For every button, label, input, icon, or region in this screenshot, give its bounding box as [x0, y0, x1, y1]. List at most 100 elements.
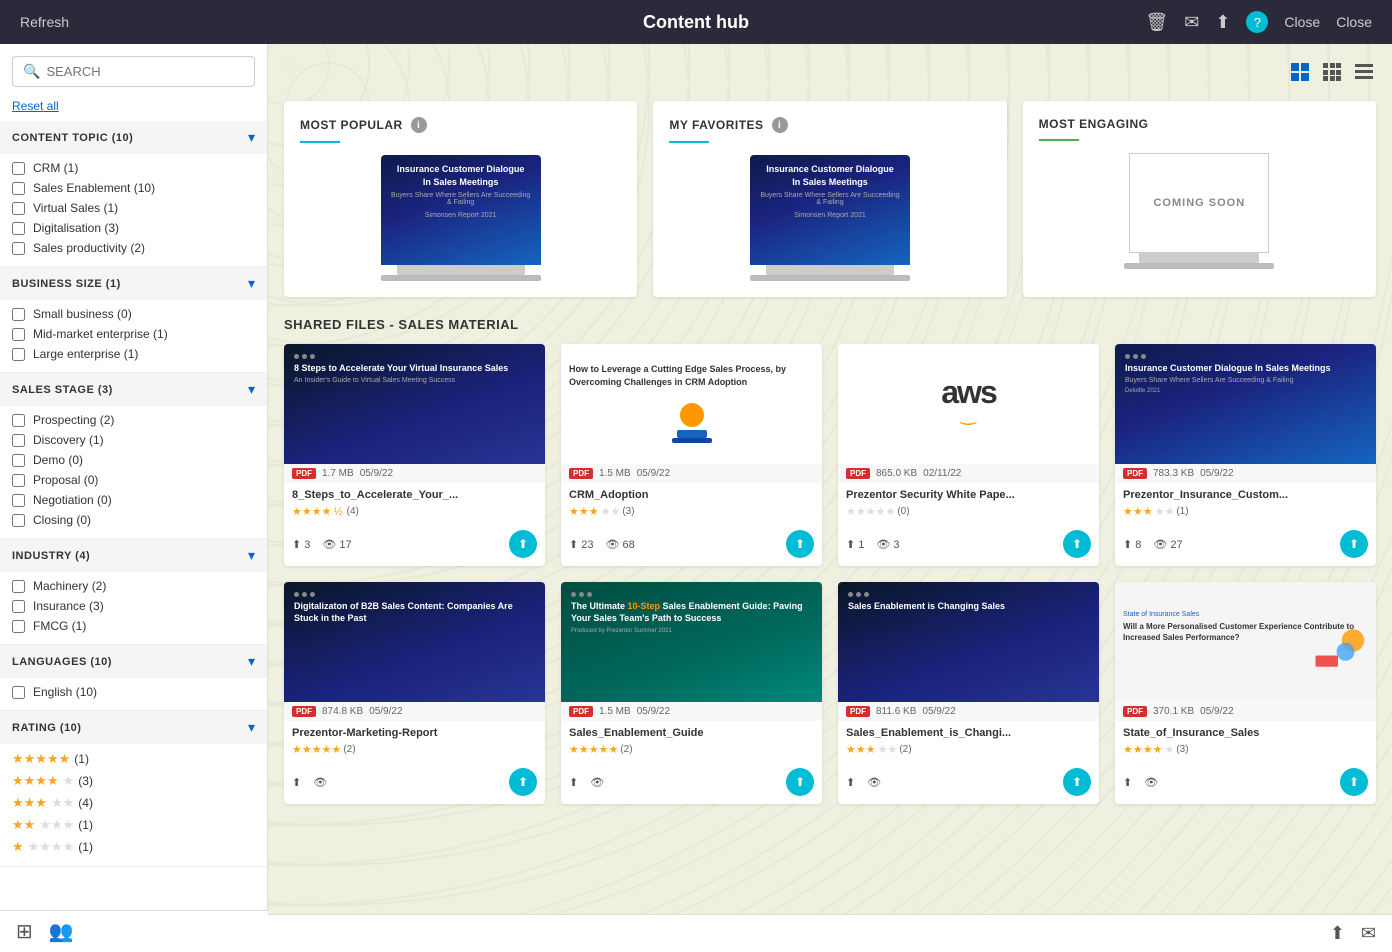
filter-content-topic-title: CONTENT TOPIC (10): [12, 132, 133, 144]
share-button[interactable]: ⬆: [786, 530, 814, 558]
file-actions: ⬆ 1 👁 3 ⬆: [838, 524, 1099, 566]
filter-item[interactable]: Mid-market enterprise (1): [12, 324, 255, 344]
filter-rating-header[interactable]: RATING (10) ▾: [0, 711, 267, 744]
filter-item[interactable]: FMCG (1): [12, 616, 255, 636]
file-meta: PDF 783.3 KB 05/9/22: [1115, 464, 1376, 483]
share-button[interactable]: ⬆: [1063, 768, 1091, 796]
my-favorites-section: MY FAVORITES i Insurance Customer Dialog…: [653, 101, 1006, 297]
file-meta: PDF 811.6 KB 05/9/22: [838, 702, 1099, 721]
refresh-button[interactable]: Refresh: [20, 14, 69, 30]
trash-icon[interactable]: 🗑: [1145, 12, 1168, 33]
rating-filter-3[interactable]: ★★★★★ (4): [12, 792, 255, 814]
most-popular-bar: [300, 141, 340, 143]
search-bar[interactable]: 🔍: [12, 56, 255, 87]
rating-filter-5[interactable]: ★★★★★ (1): [12, 748, 255, 770]
grid-large-view-button[interactable]: [1288, 60, 1312, 89]
share-button[interactable]: ⬆: [509, 530, 537, 558]
filter-item[interactable]: Virtual Sales (1): [12, 198, 255, 218]
file-card-insurance-custom[interactable]: Insurance Customer Dialogue In Sales Mee…: [1115, 344, 1376, 566]
filter-sales-stage-title: SALES STAGE (3): [12, 384, 113, 396]
sidebar-bottom: ⊞ 👥: [0, 910, 268, 952]
filter-item[interactable]: Small business (0): [12, 304, 255, 324]
most-popular-info-icon[interactable]: i: [411, 117, 427, 133]
filter-item[interactable]: Insurance (3): [12, 596, 255, 616]
contacts-icon[interactable]: 👥: [49, 919, 74, 944]
filter-industry-toggle[interactable]: ▾: [248, 547, 255, 564]
close-button[interactable]: Close: [1284, 14, 1320, 30]
topbar-actions: 🗑 ✉ ⬆ ? Close Close: [1145, 11, 1372, 33]
sidebar: 🔍 Reset all CONTENT TOPIC (10) ▾ CRM (1)…: [0, 44, 268, 952]
search-input[interactable]: [46, 64, 244, 79]
filter-item[interactable]: Machinery (2): [12, 576, 255, 596]
filter-content-topic-toggle[interactable]: ▾: [248, 129, 255, 146]
my-favorites-info-icon[interactable]: i: [772, 117, 788, 133]
file-name: 8_Steps_to_Accelerate_Your_...: [292, 489, 537, 501]
file-rating: ★★★★★ (3): [569, 505, 814, 518]
file-name: State_of_Insurance_Sales: [1123, 727, 1368, 739]
send-icon: ⬆: [846, 776, 855, 789]
filter-item[interactable]: Digitalisation (3): [12, 218, 255, 238]
most-popular-preview[interactable]: Insurance Customer DialogueIn Sales Meet…: [300, 155, 621, 281]
filter-item[interactable]: Proposal (0): [12, 470, 255, 490]
file-card-aws[interactable]: aws ⌣ PDF 865.0 KB 02/11/22 Prezentor Se…: [838, 344, 1099, 566]
share-button[interactable]: ⬆: [1340, 768, 1368, 796]
filter-item[interactable]: English (10): [12, 682, 255, 702]
filter-item[interactable]: Closing (0): [12, 510, 255, 530]
close-label[interactable]: Close: [1336, 14, 1372, 30]
filter-rating-toggle[interactable]: ▾: [248, 719, 255, 736]
filter-item[interactable]: Sales Enablement (10): [12, 178, 255, 198]
share-button[interactable]: ⬆: [786, 768, 814, 796]
filter-business-size-header[interactable]: BUSINESS SIZE (1) ▾: [0, 267, 267, 300]
rating-filter-1[interactable]: ★★★★★ (1): [12, 836, 255, 858]
file-thumbnail: Sales Enablement is Changing Sales: [838, 582, 1099, 702]
help-icon[interactable]: ?: [1246, 11, 1268, 33]
filter-languages-toggle[interactable]: ▾: [248, 653, 255, 670]
file-card-crm-adoption[interactable]: How to Leverage a Cutting Edge Sales Pro…: [561, 344, 822, 566]
filter-industry-header[interactable]: INDUSTRY (4) ▾: [0, 539, 267, 572]
file-info: 8_Steps_to_Accelerate_Your_... ★★★★½ (4): [284, 483, 545, 524]
content-area: MOST POPULAR i Insurance Customer Dialog…: [268, 44, 1392, 952]
file-card-state-insurance[interactable]: State of Insurance Sales Will a More Per…: [1115, 582, 1376, 804]
send-icon: ⬆: [569, 776, 578, 789]
list-view-button[interactable]: [1352, 60, 1376, 89]
filter-item[interactable]: Discovery (1): [12, 430, 255, 450]
mail-icon[interactable]: ✉: [1184, 12, 1199, 33]
file-rating: ★★★★★ (3): [1123, 743, 1368, 756]
share-button[interactable]: ⬆: [509, 768, 537, 796]
filter-languages-header[interactable]: LANGUAGES (10) ▾: [0, 645, 267, 678]
mail-bottom-icon[interactable]: ✉: [1361, 923, 1376, 944]
file-thumbnail: Digitalizaton of B2B Sales Content: Comp…: [284, 582, 545, 702]
main-layout: 🔍 Reset all CONTENT TOPIC (10) ▾ CRM (1)…: [0, 44, 1392, 952]
my-favorites-preview[interactable]: Insurance Customer DialogueIn Sales Meet…: [669, 155, 990, 281]
share-bottom-icon[interactable]: ⬆: [1330, 923, 1345, 944]
filter-item[interactable]: Negotiation (0): [12, 490, 255, 510]
filter-item[interactable]: Prospecting (2): [12, 410, 255, 430]
file-card-marketing-report[interactable]: Digitalizaton of B2B Sales Content: Comp…: [284, 582, 545, 804]
filter-item[interactable]: Demo (0): [12, 450, 255, 470]
file-info: Sales_Enablement_Guide ★★★★★ (2): [561, 721, 822, 762]
filter-business-size-toggle[interactable]: ▾: [248, 275, 255, 292]
filter-content-topic-header[interactable]: CONTENT TOPIC (10) ▾: [0, 121, 267, 154]
rating-filter-4[interactable]: ★★★★★ (3): [12, 770, 255, 792]
file-card-sales-enablement-guide[interactable]: The Ultimate 10-Step Sales Enablement Gu…: [561, 582, 822, 804]
file-card-8-steps[interactable]: 8 Steps to Accelerate Your Virtual Insur…: [284, 344, 545, 566]
filter-item[interactable]: Sales productivity (2): [12, 238, 255, 258]
share-button[interactable]: ⬆: [1063, 530, 1091, 558]
filter-item[interactable]: Large enterprise (1): [12, 344, 255, 364]
pdf-badge: PDF: [846, 706, 870, 717]
filter-sales-stage-header[interactable]: SALES STAGE (3) ▾: [0, 373, 267, 406]
share-button[interactable]: ⬆: [1340, 530, 1368, 558]
file-card-sales-enablement-changing[interactable]: Sales Enablement is Changing Sales PDF 8…: [838, 582, 1099, 804]
filter-item[interactable]: CRM (1): [12, 158, 255, 178]
file-name: CRM_Adoption: [569, 489, 814, 501]
apps-icon[interactable]: ⊞: [16, 919, 33, 944]
rating-filter-2[interactable]: ★★★★★ (1): [12, 814, 255, 836]
filter-sales-stage-toggle[interactable]: ▾: [248, 381, 255, 398]
file-info: Prezentor-Marketing-Report ★★★★★ (2): [284, 721, 545, 762]
filter-industry: INDUSTRY (4) ▾ Machinery (2) Insurance (…: [0, 539, 267, 645]
grid-small-view-button[interactable]: [1320, 60, 1344, 89]
most-engaging-section: MOST ENGAGING COMING SOON: [1023, 101, 1376, 297]
reset-all-link[interactable]: Reset all: [0, 99, 267, 121]
my-favorites-title: MY FAVORITES i: [669, 117, 990, 133]
share-icon[interactable]: ⬆: [1215, 12, 1230, 33]
